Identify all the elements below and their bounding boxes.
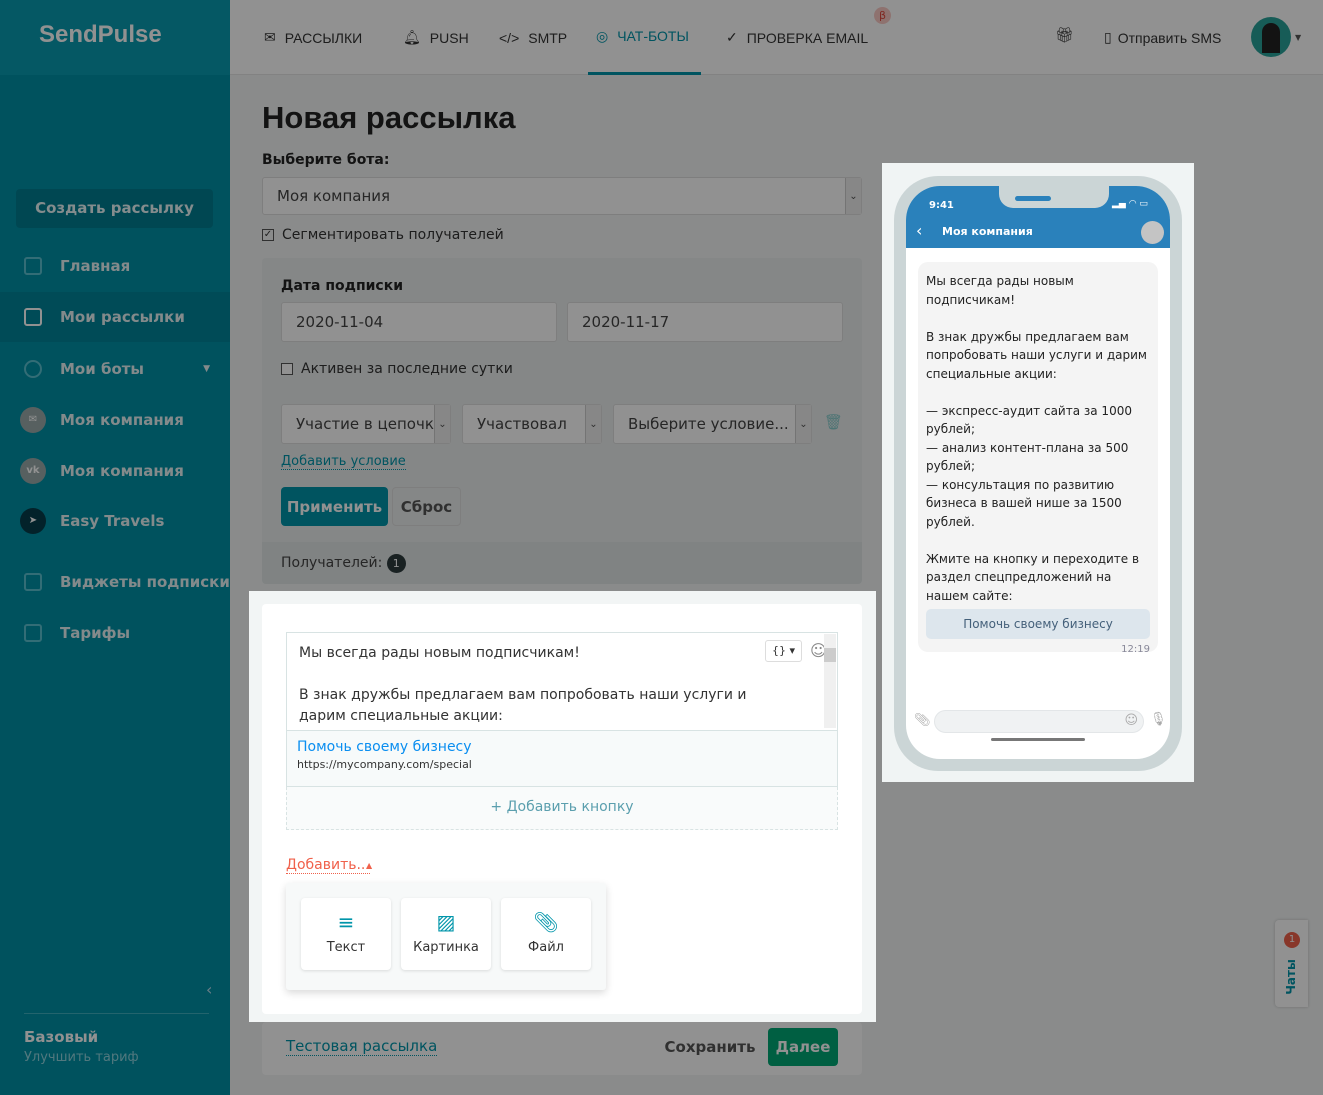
message-bubble: Мы всегда рады новым подписчикам! В знак… [918, 262, 1158, 655]
label: Текст [326, 940, 366, 955]
variables-dropdown[interactable]: {} ▾ [765, 640, 802, 662]
microphone-icon[interactable]: 🎙︎ [1150, 712, 1167, 727]
button-url: https://mycompany.com/special [297, 758, 472, 771]
scrollbar[interactable] [824, 634, 836, 728]
notch [999, 186, 1109, 208]
message-time: 12:19 [1121, 644, 1150, 655]
phone-screen: 9:41 ▂▄ ◠ ▭ ‹ Моя компания Мы всегда рад… [906, 186, 1170, 759]
label: Файл [528, 940, 564, 955]
message-input[interactable]: ☺ [934, 710, 1144, 733]
add-text-button[interactable]: ≡ Текст [301, 898, 391, 970]
label: Добавить... [286, 857, 370, 873]
chat-avatar [1141, 221, 1164, 244]
back-icon[interactable]: ‹ [916, 221, 922, 240]
label: Картинка [413, 940, 479, 955]
add-menu-toggle[interactable]: Добавить... [286, 857, 370, 874]
add-menu-popup: ≡ Текст ▨ Картинка 📎︎ Файл [286, 883, 606, 990]
home-indicator [991, 738, 1085, 741]
text-icon: ≡ [337, 910, 355, 934]
status-time: 9:41 [929, 200, 954, 211]
emoji-icon[interactable]: ☺ [1124, 713, 1138, 728]
url-button-item[interactable]: Помочь своему бизнесу https://mycompany.… [286, 730, 838, 787]
editor-highlight: Мы всегда рады новым подписчикам! В знак… [249, 591, 876, 1022]
message-textarea[interactable]: Мы всегда рады новым подписчикам! В знак… [286, 632, 838, 730]
phone-preview: 9:41 ▂▄ ◠ ▭ ‹ Моя компания Мы всегда рад… [882, 163, 1194, 782]
add-button-link[interactable]: + Добавить кнопку [286, 787, 838, 830]
message-button[interactable]: Помочь своему бизнесу [926, 609, 1150, 639]
status-icons: ▂▄ ◠ ▭ [1112, 199, 1148, 209]
paperclip-icon: 📎︎ [533, 910, 559, 934]
message-editor-card: Мы всегда рады новым подписчикам! В знак… [262, 604, 862, 1014]
text-line: Мы всегда рады новым подписчикам! [299, 645, 580, 661]
add-image-button[interactable]: ▨ Картинка [401, 898, 491, 970]
phone-frame: 9:41 ▂▄ ◠ ▭ ‹ Моя компания Мы всегда рад… [894, 176, 1182, 771]
button-title: Помочь своему бизнесу [297, 739, 472, 755]
text-line: В знак дружбы предлагаем вам попробовать… [299, 687, 747, 724]
caret-up-icon: ▲ [366, 861, 373, 870]
chat-title: Моя компания [942, 225, 1033, 238]
message-text: Мы всегда рады новым подписчикам! В знак… [926, 274, 1147, 603]
image-icon: ▨ [436, 910, 456, 934]
attach-icon[interactable]: 📎︎ [914, 713, 931, 728]
add-file-button[interactable]: 📎︎ Файл [501, 898, 591, 970]
